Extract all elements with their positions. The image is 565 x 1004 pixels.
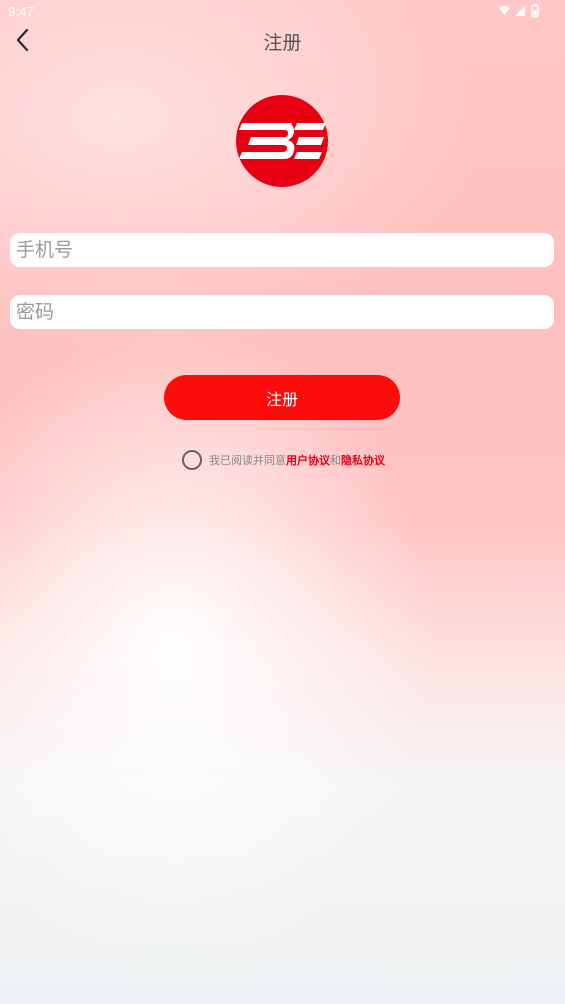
- register-button[interactable]: 注册: [164, 375, 400, 420]
- user-agreement-link[interactable]: 用户协议: [286, 452, 330, 468]
- phone-field-container: [10, 233, 554, 267]
- status-icons: [499, 4, 539, 18]
- phone-input[interactable]: [10, 233, 554, 267]
- signal-icon: [515, 6, 525, 16]
- battery-icon: [531, 4, 539, 18]
- wifi-icon: [499, 5, 510, 15]
- agreement-prefix: 我已阅读并同意: [209, 454, 286, 467]
- agreement-row: 我已阅读并同意 用户协议 和 隐私协议: [182, 450, 385, 470]
- privacy-agreement-link[interactable]: 隐私协议: [341, 452, 385, 468]
- agreement-connector: 和: [330, 454, 341, 467]
- status-time: 9:47: [8, 4, 35, 19]
- brand-logo-icon: [236, 95, 328, 187]
- password-field-container: [10, 295, 554, 329]
- agreement-checkbox[interactable]: [182, 450, 202, 470]
- password-input[interactable]: [10, 295, 554, 329]
- page-title: 注册: [263, 32, 302, 54]
- status-bar: 9:47: [0, 0, 565, 24]
